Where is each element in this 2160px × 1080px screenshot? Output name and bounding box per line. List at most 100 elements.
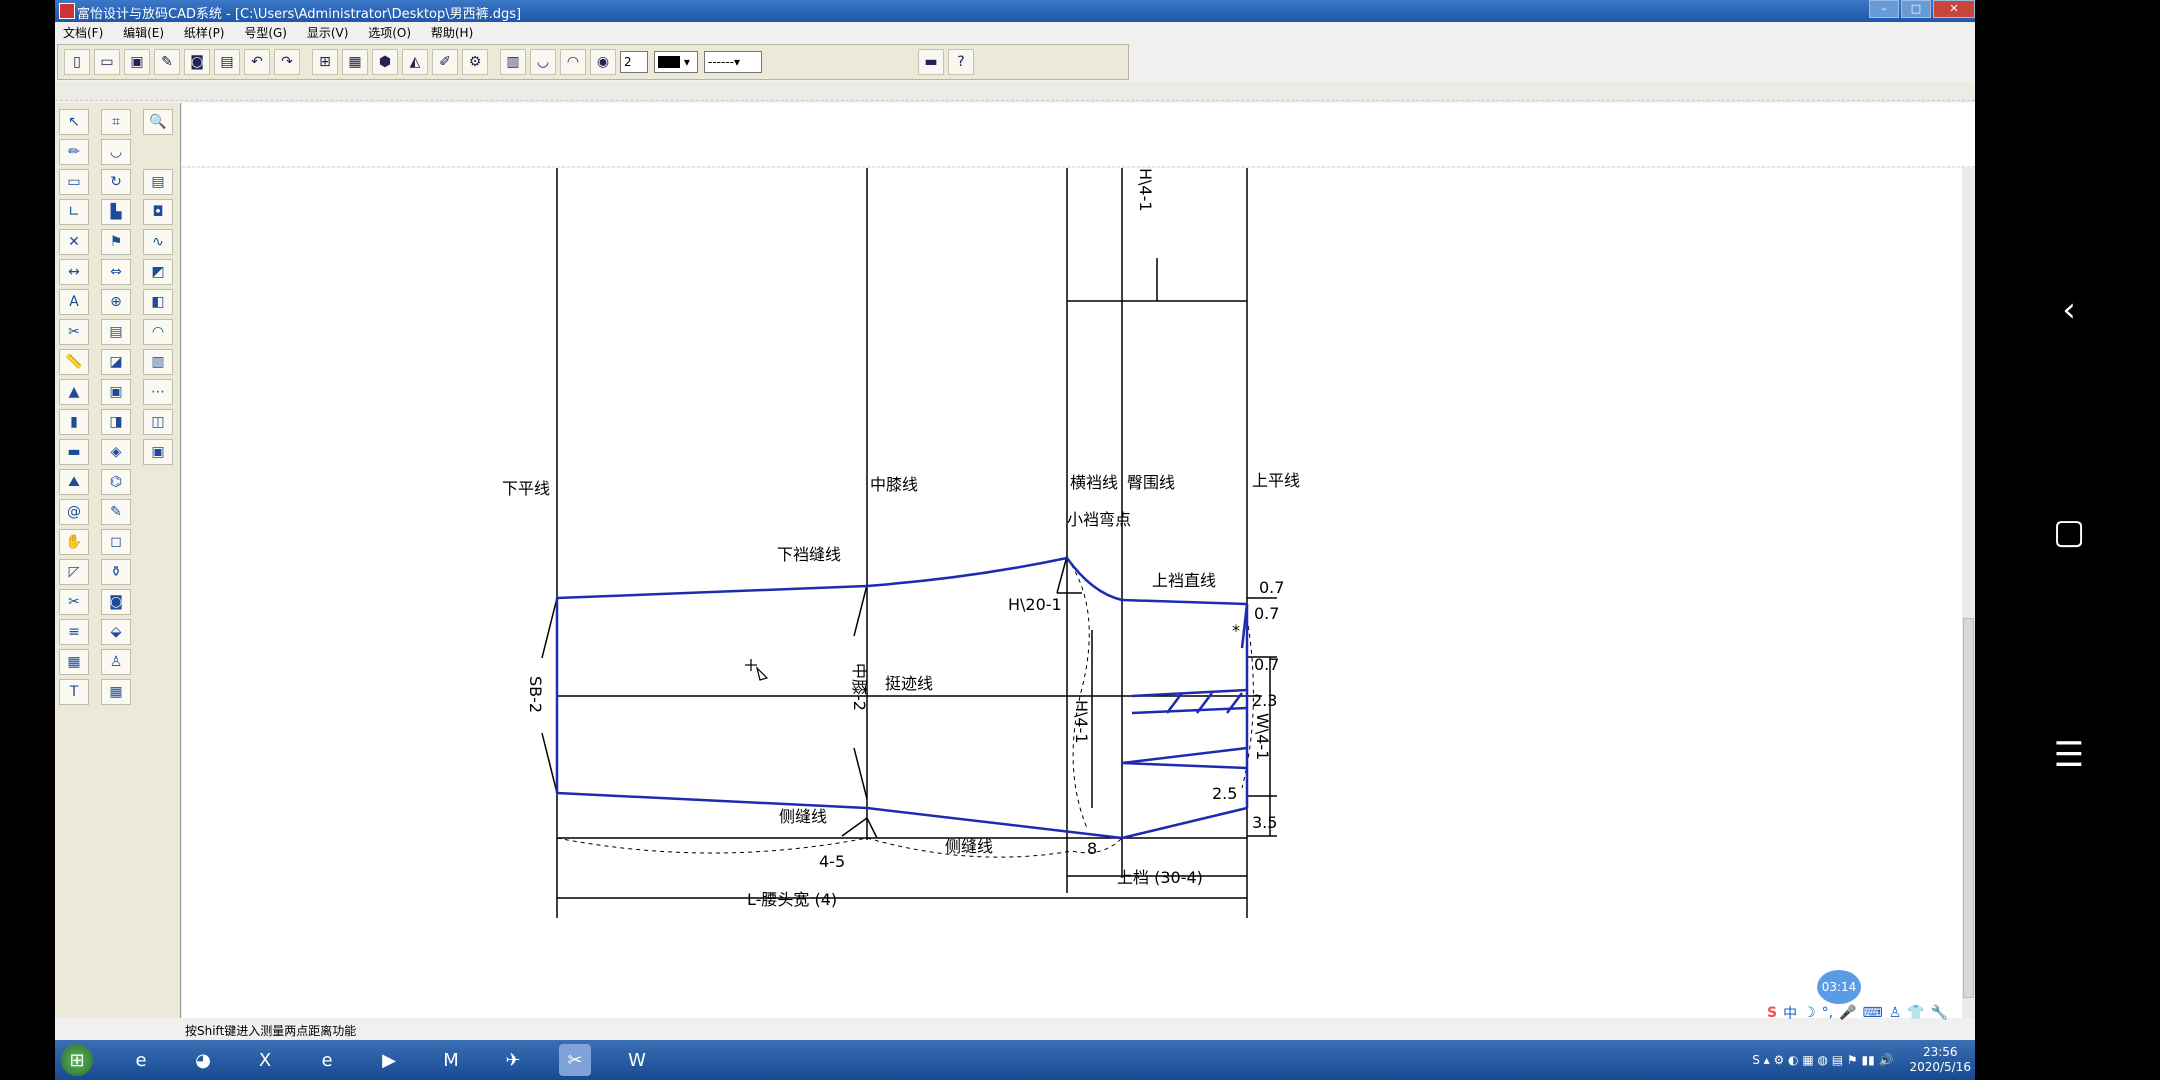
menu-size[interactable]: 号型(G)	[236, 22, 295, 43]
color-pieces-icon[interactable]: ◧	[143, 289, 173, 315]
grading-icon[interactable]: ⊞	[312, 49, 338, 75]
grid-icon[interactable]: ▦	[59, 649, 89, 675]
ime-wrench-icon[interactable]: 🔧	[1931, 1005, 1948, 1021]
settings-icon[interactable]: ⚙	[462, 49, 488, 75]
drawing-canvas[interactable]: 下平线 中膝线 横裆线 臀围线 上平线 小裆弯点 下裆缝线 上裆直线 侧缝线 侧…	[182, 168, 1962, 1018]
pen-icon[interactable]: ✎	[154, 49, 180, 75]
close-button[interactable]: ✕	[1933, 0, 1975, 18]
ime-toolbar[interactable]: S 中 ☽ °, 🎤 ⌨ ♙ 👕 🔧	[1767, 1002, 1954, 1024]
cut-line-icon[interactable]: ✂	[59, 589, 89, 615]
rainbow-icon[interactable]: ◠	[143, 319, 173, 345]
disk-icon[interactable]: ▣	[143, 439, 173, 465]
doc-icon[interactable]: ▤	[101, 319, 131, 345]
dots-icon[interactable]: ⋯	[143, 379, 173, 405]
pattern-icon[interactable]: ◭	[402, 49, 428, 75]
ime-shirt-icon[interactable]: 👕	[1907, 1005, 1924, 1021]
green-piece-icon[interactable]: ⬢	[372, 49, 398, 75]
ime-keyboard-icon[interactable]: ⌨	[1863, 1005, 1883, 1021]
menu-options[interactable]: 选项(O)	[360, 22, 419, 43]
figure-icon[interactable]: ♙	[101, 649, 131, 675]
menu-lines-icon[interactable]: ☰	[2045, 735, 2093, 775]
color-select[interactable]: ▾	[654, 51, 698, 73]
edit-icon[interactable]: ✎	[101, 499, 131, 525]
line-style-select[interactable]: ------ ▾	[704, 51, 762, 73]
cad-app-icon[interactable]: ✂	[559, 1044, 591, 1076]
arrow-select-icon[interactable]: ↖	[59, 109, 89, 135]
table-grid-icon[interactable]: ▦	[101, 679, 131, 705]
t-tool-icon[interactable]: T	[59, 679, 89, 705]
ruler-icon[interactable]: 📏	[59, 349, 89, 375]
binoculars-icon[interactable]: ⌬	[101, 469, 131, 495]
zoom-icon[interactable]: 🔍	[143, 109, 173, 135]
stack-icon[interactable]: ▤	[143, 169, 173, 195]
ime-punct-icon[interactable]: °,	[1822, 1005, 1833, 1021]
layer-icon[interactable]: ◨	[101, 409, 131, 435]
strip-icon[interactable]: ▬	[59, 439, 89, 465]
print-icon[interactable]: ▤	[214, 49, 240, 75]
shape-icon-2[interactable]: ◠	[560, 49, 586, 75]
text-a-icon[interactable]: A	[59, 289, 89, 315]
width-icon[interactable]: ⇔	[101, 259, 131, 285]
spiral-icon[interactable]: @	[59, 499, 89, 525]
camera-icon[interactable]: ◙	[184, 49, 210, 75]
back-chevron-icon[interactable]: ‹	[2045, 290, 2093, 330]
block-icon[interactable]: ▮	[59, 409, 89, 435]
window-icon[interactable]: ▣	[101, 379, 131, 405]
blue-piece-icon[interactable]: ◩	[143, 259, 173, 285]
minimize-button[interactable]: –	[1869, 0, 1899, 18]
frame-icon[interactable]: ⌗	[101, 109, 131, 135]
vertical-scrollbar[interactable]	[1962, 168, 1975, 1018]
measure-icon[interactable]: ↔	[59, 259, 89, 285]
menu-edit[interactable]: 编辑(E)	[115, 22, 172, 43]
ime-moon-icon[interactable]: ☽	[1803, 1005, 1816, 1021]
ie-icon[interactable]: e	[125, 1044, 157, 1076]
menu-pattern[interactable]: 纸样(P)	[176, 22, 233, 43]
piece-icon[interactable]: ▲	[59, 379, 89, 405]
rectangle-icon[interactable]: ▭	[59, 169, 89, 195]
home-square-icon[interactable]: ▢	[2045, 512, 2093, 552]
start-button[interactable]: ⊞	[61, 1044, 93, 1076]
ime-chinese-icon[interactable]: 中	[1783, 1003, 1797, 1023]
square-icon[interactable]: ◻	[101, 529, 131, 555]
bottle-icon[interactable]: ⚱	[101, 559, 131, 585]
save-icon[interactable]: ▣	[124, 49, 150, 75]
maximize-button[interactable]: □	[1901, 0, 1931, 18]
new-file-icon[interactable]: ▯	[64, 49, 90, 75]
curve-icon[interactable]: ∿	[143, 229, 173, 255]
target-icon[interactable]: ⊕	[101, 289, 131, 315]
ime-mic-icon[interactable]: 🎤	[1839, 1005, 1856, 1021]
redo-icon[interactable]: ↷	[274, 49, 300, 75]
undo-icon[interactable]: ↶	[244, 49, 270, 75]
rotate-icon[interactable]: ↻	[101, 169, 131, 195]
chart-icon[interactable]: ▥	[500, 49, 526, 75]
film-icon[interactable]: ▬	[918, 49, 944, 75]
piece-view-icon[interactable]: ◫	[143, 409, 173, 435]
scissors-icon[interactable]: ✂	[59, 319, 89, 345]
shape-icon-1[interactable]: ◡	[530, 49, 556, 75]
angle-line-icon[interactable]: ∟	[59, 199, 89, 225]
menu-file[interactable]: 文档(F)	[55, 22, 111, 43]
chrome-icon[interactable]: ◕	[187, 1044, 219, 1076]
media-player-icon[interactable]: ▶	[373, 1044, 405, 1076]
brush-icon[interactable]: ✐	[432, 49, 458, 75]
cup-icon[interactable]: ◡	[101, 139, 131, 165]
flag-icon[interactable]: ⚑	[101, 229, 131, 255]
line-width-input[interactable]: 2	[620, 51, 648, 73]
tag-icon[interactable]: ◪	[101, 349, 131, 375]
menu-view[interactable]: 显示(V)	[299, 22, 357, 43]
tray-icons[interactable]: S ▴ ⚙ ◐ ▦ ◍ ▤ ⚑ ▮▮ 🔊	[1752, 1053, 1893, 1067]
columns-icon[interactable]: ▥	[143, 349, 173, 375]
paint-icon[interactable]: ◈	[101, 439, 131, 465]
boot-icon[interactable]: ▙	[101, 199, 131, 225]
mountain-icon[interactable]: ⛰	[59, 469, 89, 495]
cross-line-icon[interactable]: ✕	[59, 229, 89, 255]
stripes-icon[interactable]: ≡	[59, 619, 89, 645]
dart-icon[interactable]: ◸	[59, 559, 89, 585]
scrollbar-thumb[interactable]	[1963, 618, 1974, 998]
word-icon[interactable]: W	[621, 1044, 653, 1076]
hand-icon[interactable]: ✋	[59, 529, 89, 555]
menu-help[interactable]: 帮助(H)	[423, 22, 481, 43]
pencil-icon[interactable]: ✏	[59, 139, 89, 165]
sogou-icon[interactable]: S	[1767, 1005, 1777, 1021]
open-folder-icon[interactable]: ▭	[94, 49, 120, 75]
